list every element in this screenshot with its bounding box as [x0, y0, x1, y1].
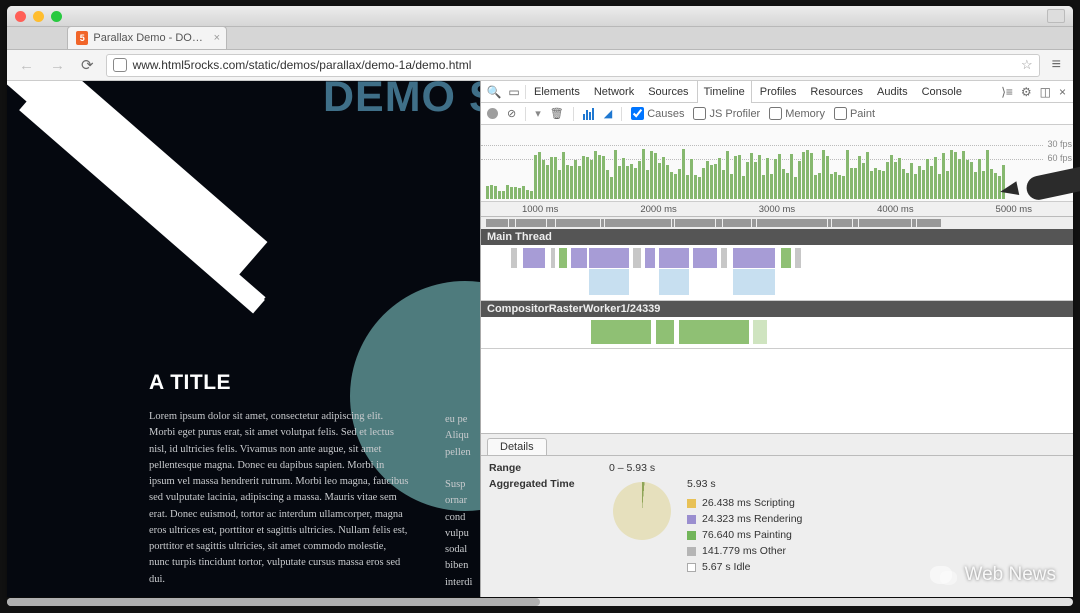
- paint-checkbox[interactable]: Paint: [834, 107, 875, 120]
- memory-checkbox[interactable]: Memory: [769, 107, 825, 120]
- details-tab[interactable]: Details: [487, 438, 547, 455]
- horizontal-scrollbar[interactable]: [7, 598, 1073, 606]
- tab-resources[interactable]: Resources: [804, 81, 869, 103]
- filter-icon[interactable]: ▾: [535, 107, 541, 120]
- minimize-window-icon[interactable]: [33, 11, 44, 22]
- browser-tabstrip: 5 Parallax Demo - DOM + A ×: [7, 25, 1073, 50]
- time-axis: 1000 ms 2000 ms 3000 ms 4000 ms 5000 ms: [481, 201, 1073, 216]
- close-devtools-icon[interactable]: ×: [1056, 85, 1069, 99]
- back-button[interactable]: ←: [15, 57, 38, 74]
- devtools-tabbar: 🔍 ▭ Elements Network Sources Timeline Pr…: [481, 81, 1073, 103]
- device-mode-icon[interactable]: ▭: [505, 85, 523, 99]
- tab-profiles[interactable]: Profiles: [754, 81, 803, 103]
- main-thread-track[interactable]: [481, 245, 1073, 301]
- body-column-2: eu peAliqupellen Suspornarcondvulpusodal…: [445, 412, 480, 591]
- aggregated-time-pie-chart: [613, 482, 671, 540]
- aggregated-time-legend: 5.93 s 26.438 ms Scripting 24.323 ms Ren…: [687, 478, 802, 573]
- range-label: Range: [489, 462, 609, 474]
- raster-thread-header[interactable]: CompositorRasterWorker1/24339: [481, 301, 1073, 317]
- flame-chart-icon[interactable]: ◢: [604, 107, 612, 120]
- devtools-panel: 🔍 ▭ Elements Network Sources Timeline Pr…: [480, 81, 1073, 597]
- dock-side-icon[interactable]: ◫: [1037, 85, 1054, 99]
- url-text: www.html5rocks.com/static/demos/parallax…: [133, 58, 472, 72]
- drawer-toggle-icon[interactable]: ⟩≡: [998, 85, 1016, 99]
- main-thread-header[interactable]: Main Thread: [481, 229, 1073, 245]
- section-heading: A TITLE: [149, 371, 409, 395]
- tab-elements[interactable]: Elements: [528, 81, 586, 103]
- html5-favicon-icon: 5: [76, 31, 88, 45]
- inspect-icon[interactable]: 🔍: [485, 85, 503, 99]
- window-titlebar: [7, 6, 1073, 27]
- causes-checkbox[interactable]: Causes: [631, 107, 684, 120]
- maximize-window-icon[interactable]: [51, 11, 62, 22]
- range-value: 0 – 5.93 s: [609, 462, 655, 474]
- hero-title: DEMO S: [323, 81, 480, 122]
- fps-30-label: 30 fps: [1047, 139, 1072, 149]
- garbage-collect-icon[interactable]: 🗑: [550, 107, 564, 120]
- browser-tab[interactable]: 5 Parallax Demo - DOM + A ×: [67, 26, 227, 49]
- record-button[interactable]: [487, 108, 498, 119]
- forward-button[interactable]: →: [46, 57, 69, 74]
- chrome-menu-icon[interactable]: ≡: [1048, 56, 1065, 74]
- timeline-minimap[interactable]: [481, 217, 1073, 229]
- tab-console[interactable]: Console: [916, 81, 968, 103]
- site-info-icon[interactable]: [113, 58, 127, 72]
- view-mode-icon[interactable]: [583, 108, 595, 120]
- legend-total: 5.93 s: [687, 478, 802, 490]
- fps-60-label: 60 fps: [1047, 153, 1072, 163]
- tab-audits[interactable]: Audits: [871, 81, 914, 103]
- settings-gear-icon[interactable]: ⚙: [1018, 85, 1035, 99]
- bookmark-star-icon[interactable]: ☆: [1021, 57, 1033, 73]
- tab-title: Parallax Demo - DOM + A: [93, 32, 206, 44]
- chrome-profile-icon[interactable]: [1047, 9, 1065, 23]
- timeline-controls: ⊘ ▾ 🗑 ◢ Causes JS Profiler Memory Paint: [481, 103, 1073, 125]
- reload-button[interactable]: ⟳: [77, 56, 98, 74]
- browser-toolbar: ← → ⟳ www.html5rocks.com/static/demos/pa…: [7, 50, 1073, 81]
- tab-timeline[interactable]: Timeline: [697, 81, 752, 103]
- raster-thread-track[interactable]: [481, 317, 1073, 349]
- aggregated-time-label: Aggregated Time: [489, 478, 609, 490]
- tab-network[interactable]: Network: [588, 81, 640, 103]
- address-bar[interactable]: www.html5rocks.com/static/demos/parallax…: [106, 54, 1040, 77]
- js-profiler-checkbox[interactable]: JS Profiler: [693, 107, 760, 120]
- close-tab-icon[interactable]: ×: [214, 32, 220, 44]
- clear-icon[interactable]: ⊘: [507, 107, 516, 120]
- page-viewport[interactable]: DEMO S A TITLE Lorem ipsum dolor sit ame…: [7, 81, 480, 597]
- close-window-icon[interactable]: [15, 11, 26, 22]
- tab-sources[interactable]: Sources: [642, 81, 694, 103]
- timeline-overview[interactable]: 30 fps 60 fps 1000 ms 2000 ms 3000 ms 40…: [481, 125, 1073, 217]
- body-paragraph: Lorem ipsum dolor sit amet, consectetur …: [149, 409, 409, 588]
- watermark: Web News: [930, 563, 1056, 587]
- wechat-icon: [930, 563, 958, 587]
